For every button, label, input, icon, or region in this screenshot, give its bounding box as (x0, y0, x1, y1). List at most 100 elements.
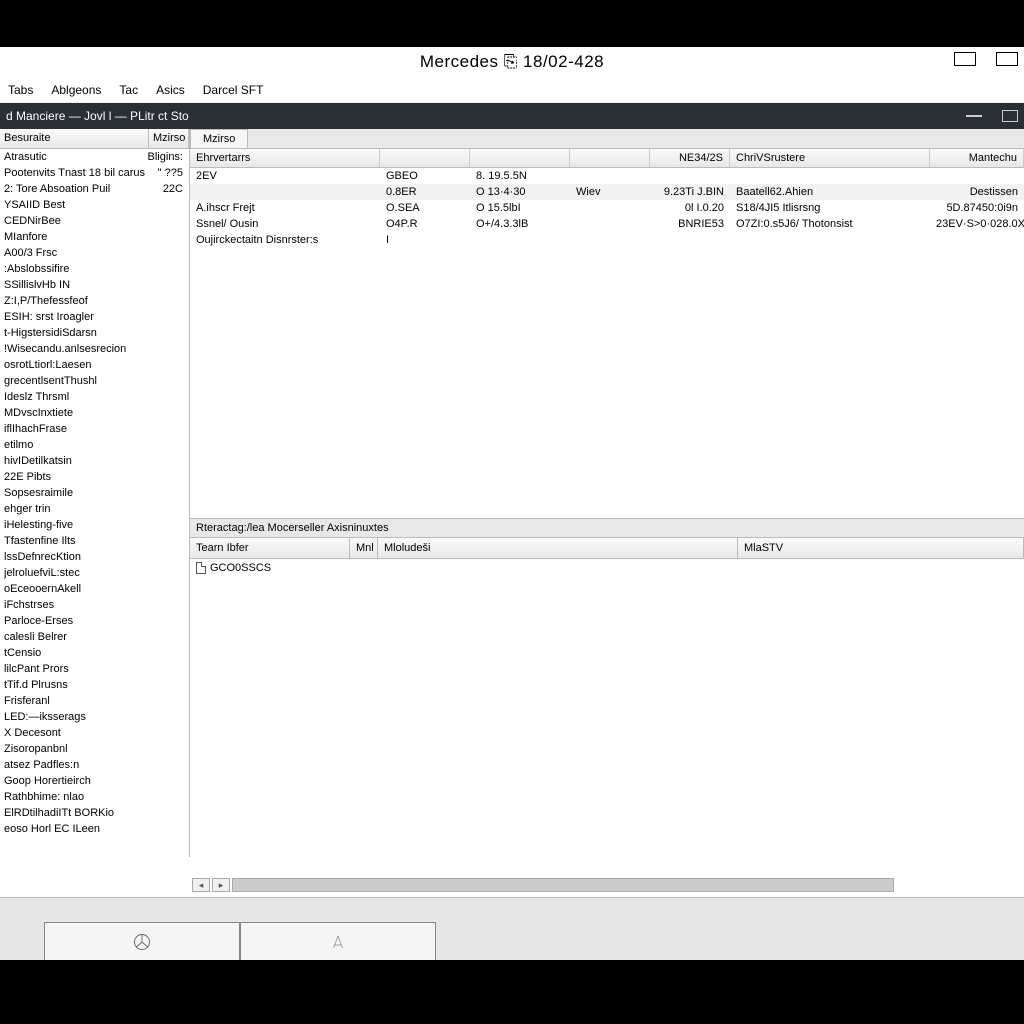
sidebar-item[interactable]: lilcPant Prors (0, 661, 189, 677)
table-row[interactable]: Oujirckectaitn Disnrster:sI (190, 232, 1024, 248)
table-row[interactable]: Ssnel/ OusinO4P.RO+/4.3.3lBBNRIE53O7ZI:0… (190, 216, 1024, 232)
table-row[interactable]: A.ihscr FrejtO.SEAO 15.5lbI0l I.0.20S18/… (190, 200, 1024, 216)
sidebar-item-value (145, 566, 185, 580)
sidebar-item[interactable]: tTif.d Plrusns (0, 677, 189, 693)
sidebar-item[interactable]: t-HigstersidiSdarsn (0, 325, 189, 341)
sidebar-item[interactable]: MDvscInxtiete (0, 405, 189, 421)
sidebar-item[interactable]: hivIDetilkatsin (0, 453, 189, 469)
lower-header[interactable]: MlaSTV (738, 538, 1024, 558)
sidebar-item[interactable]: tCensio (0, 645, 189, 661)
sidebar-item[interactable]: MIanfore (0, 229, 189, 245)
sidebar-header-value[interactable]: Mzirso (149, 129, 189, 148)
sidebar-item[interactable]: Sopsesraimile (0, 485, 189, 501)
nav-prev-button[interactable]: ◂ (192, 878, 210, 892)
table-row[interactable]: GCO0SSCS (190, 559, 1024, 577)
sidebar-item[interactable]: Parloce-Erses (0, 613, 189, 629)
grid-header[interactable]: Mantechu (930, 149, 1024, 167)
sidebar-item[interactable]: LED:—iksserags (0, 709, 189, 725)
grid-header[interactable]: NE34/2S (650, 149, 730, 167)
sidebar-item[interactable]: atsez Padfles:n (0, 757, 189, 773)
lower-header[interactable]: Mloludeši (378, 538, 738, 558)
sidebar-item-value (145, 518, 185, 532)
sidebar-item[interactable]: Z:I,P/Thefessfeof (0, 293, 189, 309)
sidebar-item-label: t-HigstersidiSdarsn (4, 326, 145, 340)
sidebar-item[interactable]: ehger trin (0, 501, 189, 517)
sidebar-item[interactable]: iHelesting-five (0, 517, 189, 533)
sidebar-item[interactable]: osrotLtiorl:Laesen (0, 357, 189, 373)
lower-header[interactable]: Mnl (350, 538, 378, 558)
sidebar-item-value (145, 342, 185, 356)
table-cell (730, 168, 930, 184)
table-row[interactable]: 2EVGBEO8. 19.5.5N (190, 168, 1024, 184)
minimize-button[interactable] (954, 52, 976, 66)
menu-darcel[interactable]: Darcel SFT (203, 83, 264, 97)
sidebar-item[interactable]: X Decesont (0, 725, 189, 741)
sidebar-item[interactable]: SSillislvHb IN (0, 277, 189, 293)
table-cell: 0l I.0.20 (650, 200, 730, 216)
table-cell (378, 559, 738, 577)
sidebar-item[interactable]: Pootenvits Tnast 18 bil carus" ??5 (0, 165, 189, 181)
table-cell (730, 232, 930, 248)
sidebar-item[interactable]: calesli Belrer (0, 629, 189, 645)
sidebar-item-label: LED:—iksserags (4, 710, 145, 724)
sidebar-item-label: etilmo (4, 438, 145, 452)
sidebar-item[interactable]: ESIH: srst Iroagler (0, 309, 189, 325)
sidebar-item[interactable]: grecentlsentThushl (0, 373, 189, 389)
sidebar-item-label: jelroluefviL:stec (4, 566, 145, 580)
sidebar-item-label: CEDNirBee (4, 214, 145, 228)
sidebar-item[interactable]: :Abslobssifire (0, 261, 189, 277)
maximize-button[interactable] (996, 52, 1018, 66)
sidebar-item[interactable]: etilmo (0, 437, 189, 453)
sidebar-item[interactable]: Zisoropanbnl (0, 741, 189, 757)
grid-header[interactable] (470, 149, 570, 167)
sidebar-item[interactable]: Tfastenfine Ilts (0, 533, 189, 549)
sidebar-item[interactable]: CEDNirBee (0, 213, 189, 229)
sidebar-item-value (145, 230, 185, 244)
sidebar-item[interactable]: Rathbhime: nlao (0, 789, 189, 805)
menu-tabs[interactable]: Tabs (8, 83, 33, 97)
sidebar-item-label: 2: Tore Absoation Puil (4, 182, 145, 196)
mercedes-star-icon (133, 933, 151, 951)
horizontal-scrollbar[interactable] (232, 878, 894, 892)
grid-header[interactable]: Ehrvertarrs (190, 149, 380, 167)
sidebar-item[interactable]: 2: Tore Absoation Puil22C (0, 181, 189, 197)
grid-header[interactable]: ChriVSrustere (730, 149, 930, 167)
sidebar-header-name[interactable]: Besuraite (0, 129, 149, 148)
sidebar-item-value (145, 758, 185, 772)
sidebar-item[interactable]: !Wisecandu.anlsesrecion (0, 341, 189, 357)
sidebar-item[interactable]: ElRDtilhadiITt BORKio (0, 805, 189, 821)
sidebar-item[interactable]: iFchstrses (0, 597, 189, 613)
sidebar-item[interactable]: Goop Horertieirch (0, 773, 189, 789)
lower-header[interactable]: Tearn Ibfer (190, 538, 350, 558)
sidebar-item[interactable]: iflIhachFrase (0, 421, 189, 437)
bottom-tab-1[interactable] (44, 922, 240, 960)
sidebar-item[interactable]: lssDefnrecKtion (0, 549, 189, 565)
sidebar-item-value (145, 614, 185, 628)
sidebar-item[interactable]: oEceooernAkell (0, 581, 189, 597)
table-cell: I (380, 232, 470, 248)
menu-asics[interactable]: Asics (156, 83, 185, 97)
sidebar-item-value (145, 294, 185, 308)
bottom-tab-2[interactable] (240, 922, 436, 960)
grid-header[interactable] (570, 149, 650, 167)
sub-minimize-button[interactable] (966, 115, 982, 117)
table-row[interactable]: 0.8ERO 13·4·30Wiev9.23Ti J.BINBaatell62.… (190, 184, 1024, 200)
sidebar-item[interactable]: YSAIID Best (0, 197, 189, 213)
sidebar-item-value (145, 278, 185, 292)
tab-active[interactable]: Mzirso (190, 129, 248, 148)
sidebar-item[interactable]: Ideslz Thrsml (0, 389, 189, 405)
grid-header-row: Ehrvertarrs NE34/2S ChriVSrustere Mantec… (190, 149, 1024, 168)
sidebar-item[interactable]: A00/3 Frsc (0, 245, 189, 261)
sidebar-item[interactable]: eoso Horl EC ILeen (0, 821, 189, 837)
sidebar-item[interactable]: AtrasuticBligins: (0, 149, 189, 165)
sidebar-item[interactable]: jelroluefviL:stec (0, 565, 189, 581)
nav-next-button[interactable]: ▸ (212, 878, 230, 892)
grid-header[interactable] (380, 149, 470, 167)
sub-maximize-button[interactable] (1002, 110, 1018, 122)
sidebar-item[interactable]: Frisferanl (0, 693, 189, 709)
menu-ablgeons[interactable]: Ablgeons (51, 83, 101, 97)
window-controls (954, 52, 1018, 66)
sidebar-item-value (145, 390, 185, 404)
menu-tac[interactable]: Tac (119, 83, 138, 97)
sidebar-item[interactable]: 22E Pibts (0, 469, 189, 485)
